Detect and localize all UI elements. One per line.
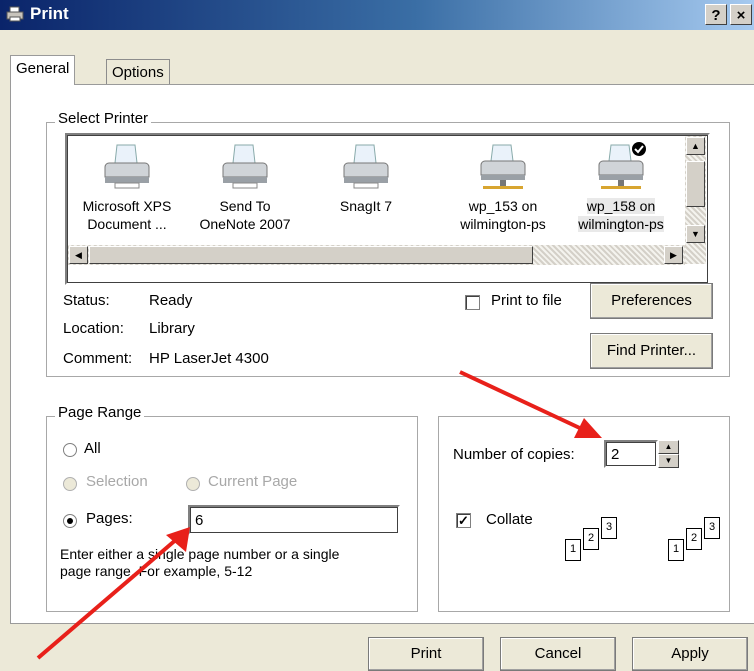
tab-general[interactable]: General	[10, 55, 76, 85]
annotation-arrow-pages	[36, 527, 190, 660]
annotation-arrow-copies	[459, 370, 602, 438]
annotation-overlay	[36, 370, 602, 660]
